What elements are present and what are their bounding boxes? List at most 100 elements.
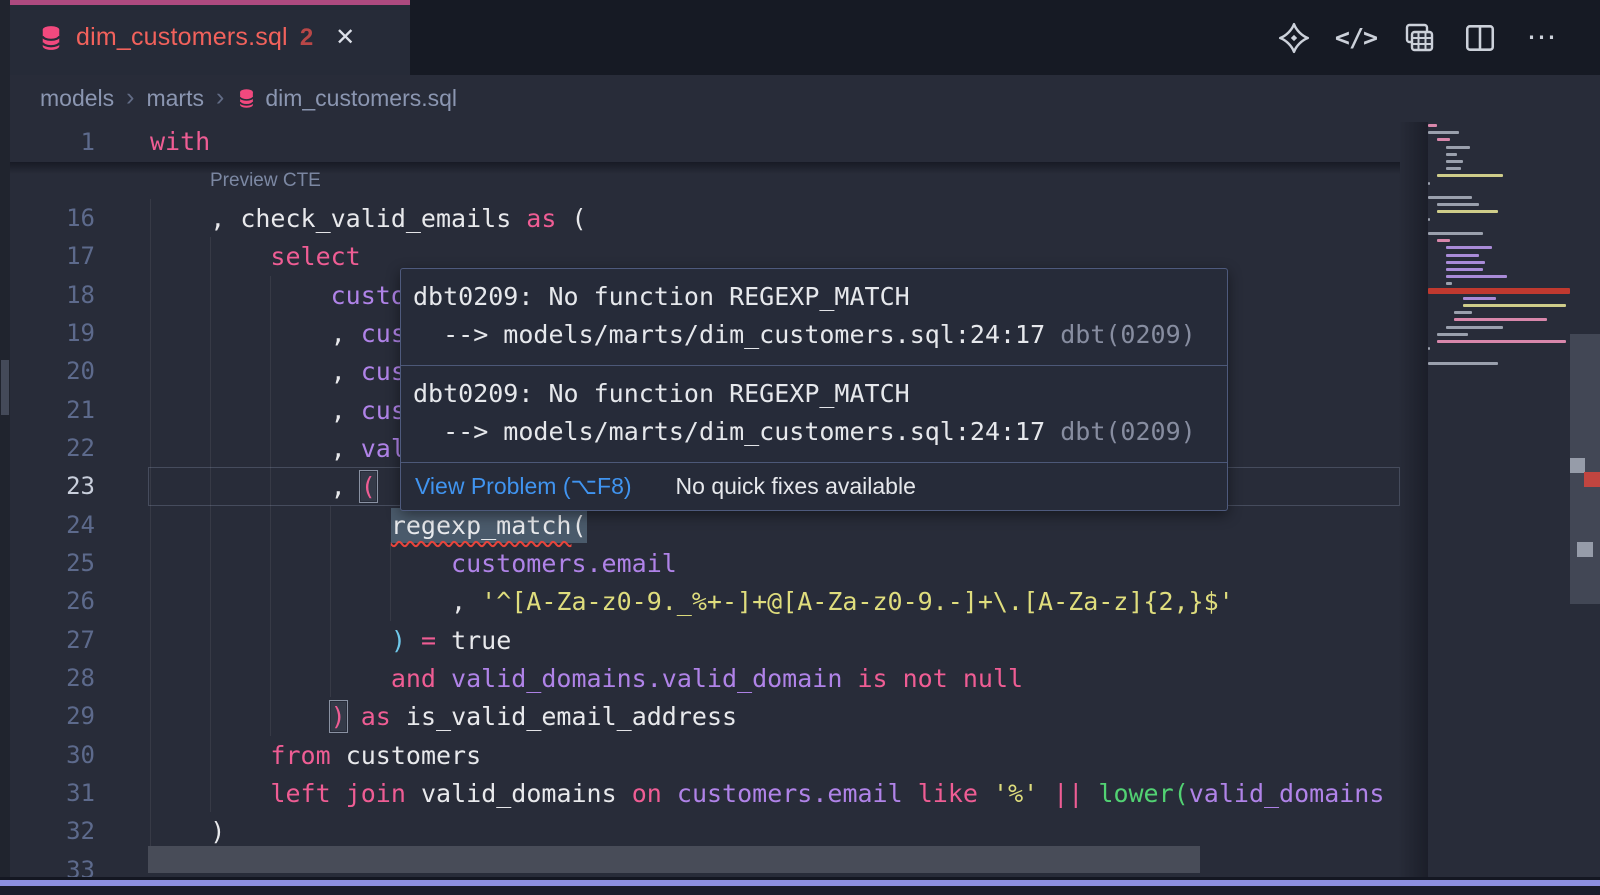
code-token: , <box>331 396 361 425</box>
code-line-24[interactable]: 24 regexp_match( <box>0 506 1400 545</box>
diagnostic-title: dbt0209: No function REGEXP_MATCH <box>413 375 1215 413</box>
no-quick-fixes-label: No quick fixes available <box>676 473 916 500</box>
tab-close-icon[interactable]: ✕ <box>335 23 355 52</box>
code-line-28[interactable]: 28 and valid_domains.valid_domain is not… <box>0 659 1400 698</box>
sticky-scroll-shadow <box>0 162 1400 174</box>
minimap-line <box>1454 318 1546 321</box>
code-token <box>331 741 346 770</box>
horizontal-scrollbar-thumb[interactable] <box>148 846 1200 873</box>
code-token: customers.email <box>677 779 903 808</box>
code-token: null <box>963 664 1023 693</box>
code-token: customers.email <box>451 549 677 578</box>
line-content: , check_valid_emails as ( <box>150 199 587 238</box>
line-number: 22 <box>0 429 95 468</box>
minimap-line <box>1428 362 1498 365</box>
line-content: select <box>150 237 361 276</box>
line-number: 28 <box>0 659 95 698</box>
minimap-line <box>1446 246 1492 249</box>
line-number: 29 <box>0 697 95 736</box>
line-number: 31 <box>0 774 95 813</box>
split-editor-icon[interactable] <box>1462 20 1498 56</box>
code-token <box>436 626 451 655</box>
hover-messages: dbt0209: No function REGEXP_MATCH --> mo… <box>401 269 1227 463</box>
minimap-line <box>1428 124 1437 127</box>
database-icon <box>238 88 255 109</box>
diagnostic-source: dbt(0209) <box>1060 320 1195 349</box>
minimap-line <box>1437 340 1566 343</box>
diagnostic-hover-tooltip: dbt0209: No function REGEXP_MATCH --> mo… <box>400 268 1228 511</box>
code-token: , <box>331 434 361 463</box>
code-line-27[interactable]: 27 ) = true <box>0 621 1400 660</box>
code-token <box>978 779 993 808</box>
sticky-scroll-line[interactable]: 1 with <box>0 122 1400 162</box>
line-number: 32 <box>0 812 95 851</box>
line-number: 30 <box>0 736 95 775</box>
minimap-line <box>1428 196 1472 199</box>
code-token <box>842 664 857 693</box>
line-content: regexp_match( <box>150 506 587 545</box>
code-token <box>903 779 918 808</box>
code-token: valid_domains <box>1189 779 1385 808</box>
breadcrumb-separator: › <box>126 83 134 112</box>
code-token: , <box>451 587 481 616</box>
line-content: and valid_domains.valid_domain is not nu… <box>150 659 1023 698</box>
code-line-30[interactable]: 30 from customers <box>0 736 1400 775</box>
line-content: customers.email <box>150 544 677 583</box>
minimap-line <box>1437 333 1468 336</box>
minimap[interactable] <box>1428 122 1570 878</box>
code-token <box>331 779 346 808</box>
overview-ruler-error-marker <box>1584 472 1600 487</box>
code-token <box>406 626 421 655</box>
more-actions-icon[interactable]: ⋯ <box>1524 20 1560 56</box>
line-number: 17 <box>0 237 95 276</box>
view-problem-link[interactable]: View Problem (⌥F8) <box>415 473 632 500</box>
overview-ruler-marker <box>1570 458 1585 473</box>
minimap-line <box>1446 254 1479 257</box>
code-token: join <box>346 779 406 808</box>
breadcrumb: models›marts›dim_customers.sql <box>10 75 1600 122</box>
minimap-line <box>1446 160 1464 163</box>
minimap-line <box>1428 218 1430 221</box>
breadcrumb-item-models[interactable]: models <box>40 85 114 112</box>
left-edge-strip <box>0 0 10 895</box>
code-token: ( <box>1174 779 1189 808</box>
code-token: ( <box>571 511 586 540</box>
code-token: customers <box>346 741 481 770</box>
query-results-icon[interactable] <box>1400 20 1436 56</box>
breadcrumb-item-dim-customers-sql[interactable]: dim_customers.sql <box>265 85 457 112</box>
left-strip-scrollbar-thumb[interactable] <box>1 360 9 415</box>
line-number: 24 <box>0 506 95 545</box>
minimap-line <box>1454 311 1472 314</box>
minimap-line <box>1437 138 1450 141</box>
code-token: select <box>270 242 360 271</box>
editor-actions: </> ⋯ <box>1276 0 1560 75</box>
code-line-25[interactable]: 25 customers.email <box>0 544 1400 583</box>
minimap-line <box>1437 210 1499 213</box>
bottom-edge <box>0 886 1600 895</box>
code-token: , check_valid_emails <box>210 204 526 233</box>
vertical-scrollbar[interactable] <box>1570 122 1600 878</box>
minimap-line <box>1446 326 1503 329</box>
code-line-29[interactable]: 29 ) as is_valid_email_address <box>0 697 1400 736</box>
code-token <box>346 702 361 731</box>
code-token: regexp_match <box>391 511 572 540</box>
code-line-26[interactable]: 26 , '^[A-Za-z0-9._%+-]+@[A-Za-z0-9.-]+\… <box>0 582 1400 621</box>
tab-dim-customers[interactable]: dim_customers.sql 2 ✕ <box>10 0 410 75</box>
code-token: on <box>632 779 662 808</box>
code-token <box>888 664 903 693</box>
minimap-line <box>1437 239 1450 242</box>
code-token <box>406 779 421 808</box>
compiled-code-icon[interactable]: </> <box>1338 20 1374 56</box>
code-token <box>436 664 451 693</box>
line-content: ) as is_valid_email_address <box>150 697 737 736</box>
code-line-31[interactable]: 31 left join valid_domains on customers.… <box>0 774 1400 813</box>
code-token: and <box>391 664 436 693</box>
line-content: , '^[A-Za-z0-9._%+-]+@[A-Za-z0-9.-]+\.[A… <box>150 582 1234 621</box>
breadcrumb-item-marts[interactable]: marts <box>146 85 204 112</box>
minimap-line <box>1463 297 1496 300</box>
code-line-16[interactable]: 16 , check_valid_emails as ( <box>0 199 1400 238</box>
code-token: valid_domains <box>421 779 617 808</box>
minimap-line <box>1428 347 1430 350</box>
code-token: like <box>918 779 978 808</box>
dbt-icon[interactable] <box>1276 20 1312 56</box>
